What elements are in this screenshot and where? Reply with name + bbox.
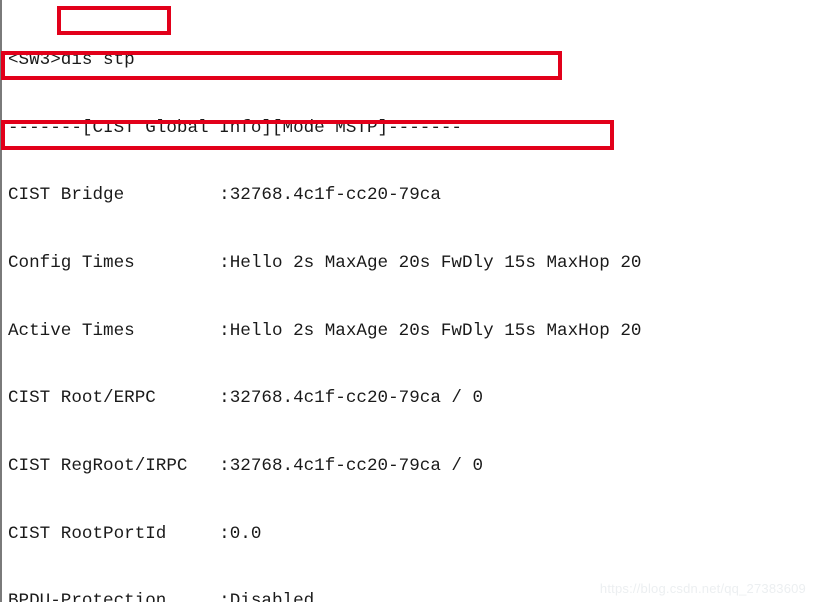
terminal-line: CIST RootPortId :0.0 — [8, 523, 262, 544]
watermark-text: https://blog.csdn.net/qq_27383609 — [599, 581, 806, 596]
terminal-line: CIST Bridge :32768.4c1f-cc20-79ca — [8, 185, 441, 206]
terminal-line: CIST Root/ERPC :32768.4c1f-cc20-79ca / 0 — [8, 388, 484, 409]
terminal-line: -------[CIST Global Info][Mode MSTP]----… — [8, 117, 462, 138]
terminal-line: Active Times :Hello 2s MaxAge 20s FwDly … — [8, 320, 642, 341]
terminal-line: CIST RegRoot/IRPC :32768.4c1f-cc20-79ca … — [8, 455, 484, 476]
terminal-screenshot: <SW3>dis stp -------[CIST Global Info][M… — [0, 0, 816, 602]
window-left-border — [0, 0, 2, 602]
terminal-line: <SW3>dis stp — [8, 50, 135, 71]
terminal-output[interactable]: <SW3>dis stp -------[CIST Global Info][M… — [8, 4, 814, 602]
terminal-line: Config Times :Hello 2s MaxAge 20s FwDly … — [8, 253, 642, 274]
